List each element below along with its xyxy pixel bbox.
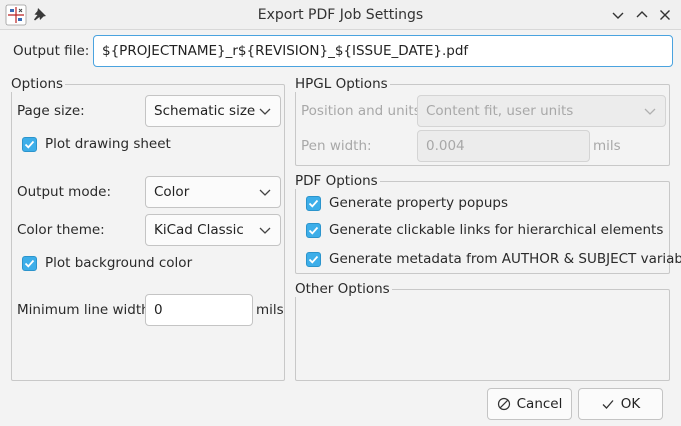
hpgl-options-group-title: HPGL Options (294, 76, 390, 92)
pen-width-input: 0.004 (417, 130, 590, 162)
min-line-width-unit: mils (256, 302, 284, 318)
checkmark-icon (308, 255, 319, 264)
plot-background-color-checkbox[interactable]: Plot background color (22, 255, 192, 271)
clickable-links-checkbox[interactable]: Generate clickable links for hierarchica… (306, 222, 663, 238)
checkbox-checked[interactable] (22, 255, 37, 271)
cancel-icon (497, 397, 510, 411)
ok-button-label: OK (620, 396, 641, 412)
close-button[interactable] (655, 5, 675, 25)
plot-background-color-label: Plot background color (45, 255, 193, 271)
checkmark-icon (308, 199, 319, 208)
checkbox-checked[interactable] (306, 195, 321, 211)
other-options-group-title: Other Options (294, 281, 392, 297)
metadata-label: Generate metadata from AUTHOR & SUBJECT … (329, 251, 681, 267)
checkmark-icon (24, 140, 35, 149)
property-popups-checkbox[interactable]: Generate property popups (306, 195, 508, 211)
window-title: Export PDF Job Settings (257, 7, 424, 23)
property-popups-label: Generate property popups (329, 195, 508, 211)
position-units-label: Position and units: (301, 103, 426, 119)
close-icon (660, 10, 670, 20)
checkmark-icon (24, 259, 35, 268)
chevron-down-icon (612, 12, 624, 19)
position-units-value: Content fit, user units (426, 103, 574, 119)
chevron-down-icon (259, 108, 271, 115)
options-group-title: Options (10, 76, 66, 92)
ok-button[interactable]: OK (578, 388, 663, 420)
plot-drawing-sheet-label: Plot drawing sheet (45, 136, 171, 152)
chevron-up-icon (636, 11, 648, 18)
page-size-value: Schematic size (154, 103, 256, 119)
color-theme-label: Color theme: (17, 222, 105, 238)
clickable-links-label: Generate clickable links for hierarchica… (329, 222, 664, 238)
chevron-down-icon (259, 227, 271, 234)
checkbox-checked[interactable] (306, 251, 321, 267)
plot-drawing-sheet-checkbox[interactable]: Plot drawing sheet (22, 136, 171, 152)
checkmark-icon (308, 226, 319, 235)
checkmark-icon (602, 400, 614, 409)
checkbox-checked[interactable] (306, 222, 321, 238)
maximize-button[interactable] (632, 5, 652, 25)
min-line-width-label: Minimum line width: (17, 302, 155, 318)
chevron-down-icon (644, 108, 656, 115)
cancel-button-label: Cancel (516, 396, 563, 412)
page-size-label: Page size: (17, 103, 85, 119)
minimize-button[interactable] (608, 5, 628, 25)
pen-width-label: Pen width: (301, 138, 372, 154)
position-units-select: Content fit, user units (417, 95, 666, 127)
color-theme-value: KiCad Classic (154, 222, 244, 238)
checkbox-checked[interactable] (22, 136, 37, 152)
min-line-width-input[interactable]: 0 (145, 294, 253, 326)
pen-width-unit: mils (593, 138, 621, 154)
output-mode-value: Color (154, 184, 190, 200)
output-mode-select[interactable]: Color (145, 176, 281, 208)
page-size-select[interactable]: Schematic size (145, 95, 281, 127)
metadata-checkbox[interactable]: Generate metadata from AUTHOR & SUBJECT … (306, 251, 681, 267)
chevron-down-icon (259, 189, 271, 196)
output-file-label: Output file: (13, 43, 90, 59)
pdf-options-group-title: PDF Options (294, 173, 380, 189)
title-bar[interactable]: Export PDF Job Settings (0, 0, 681, 30)
output-file-input[interactable]: ${PROJECTNAME}_r${REVISION}_${ISSUE_DATE… (93, 35, 673, 67)
color-theme-select[interactable]: KiCad Classic (145, 214, 281, 246)
cancel-button[interactable]: Cancel (487, 388, 572, 420)
output-mode-label: Output mode: (17, 184, 112, 200)
other-options-group (295, 289, 670, 381)
